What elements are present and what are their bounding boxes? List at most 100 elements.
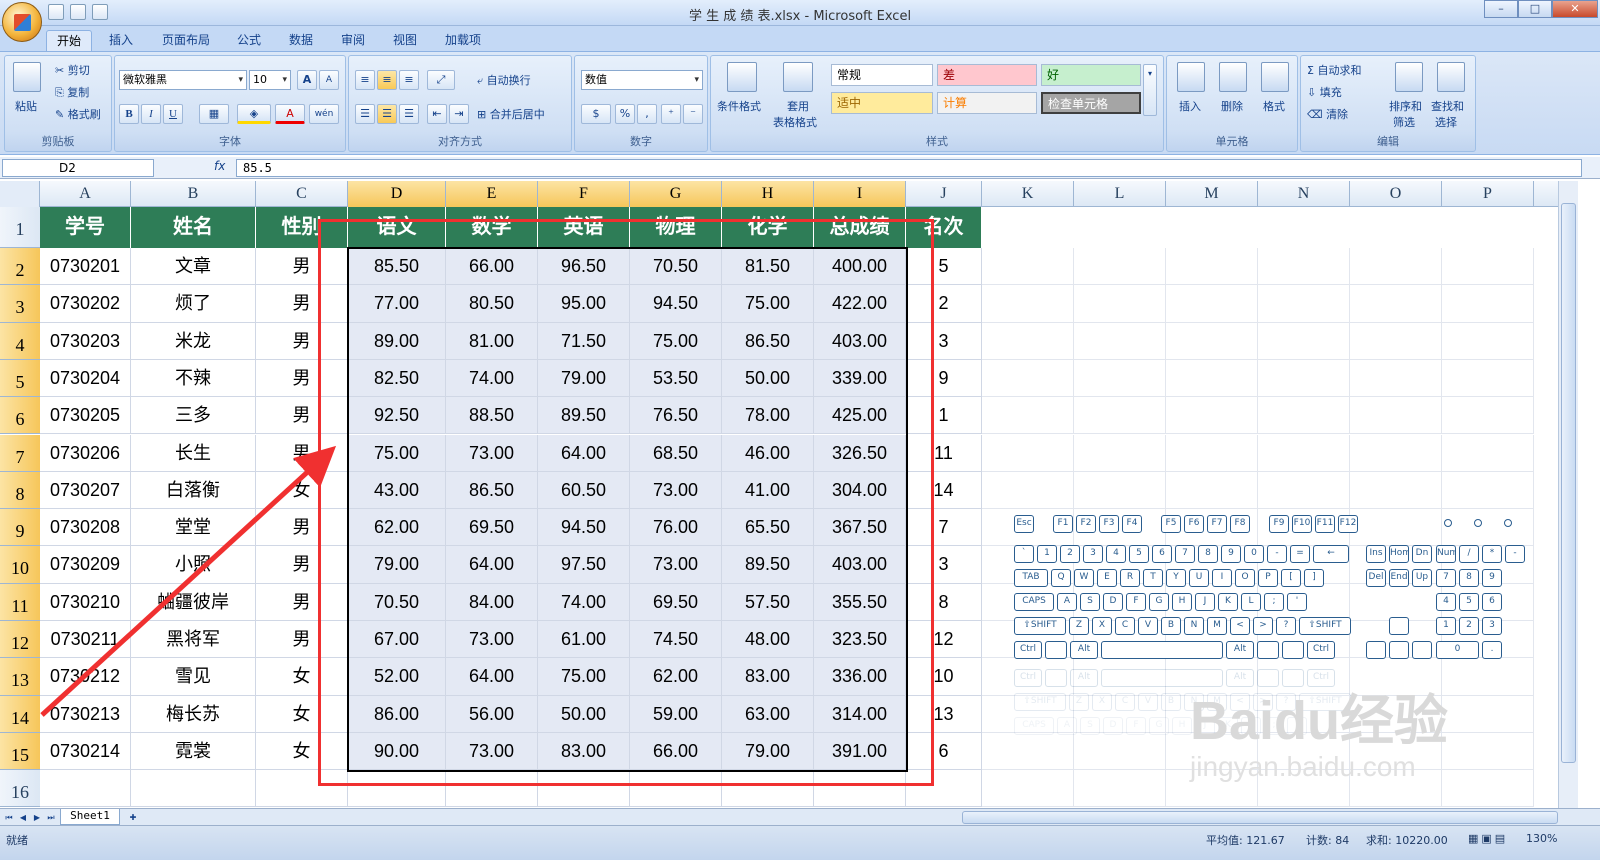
copy-button[interactable]: ⎘ 复制 bbox=[55, 84, 89, 100]
insert-function-icon[interactable]: fx bbox=[214, 159, 236, 177]
table-cell[interactable]: 雪见 bbox=[131, 658, 256, 696]
find-select-line2[interactable]: 选择 bbox=[1435, 114, 1457, 130]
autosum-button[interactable]: Σ 自动求和 bbox=[1307, 62, 1361, 78]
empty-cell[interactable] bbox=[982, 434, 1074, 472]
table-cell[interactable]: 小照 bbox=[131, 546, 256, 584]
style-bad[interactable]: 差 bbox=[937, 64, 1037, 86]
next-sheet-icon[interactable]: ▶ bbox=[30, 811, 44, 824]
table-cell[interactable]: 0730210 bbox=[40, 583, 131, 621]
undo-icon[interactable] bbox=[70, 4, 86, 20]
style-check-cell[interactable]: 检查单元格 bbox=[1041, 92, 1141, 114]
styles-more-icon[interactable]: ▾ bbox=[1143, 64, 1157, 116]
vertical-scrollbar[interactable] bbox=[1558, 181, 1578, 808]
sort-filter-line2[interactable]: 筛选 bbox=[1393, 114, 1415, 130]
new-sheet-icon[interactable]: ✚ bbox=[124, 811, 142, 824]
table-cell[interactable]: 0730213 bbox=[40, 695, 131, 733]
sort-filter-icon[interactable] bbox=[1395, 62, 1423, 92]
empty-cell[interactable] bbox=[1258, 248, 1350, 286]
fill-button[interactable]: ⇩ 填充 bbox=[1307, 84, 1342, 100]
row-header-3[interactable]: 3 bbox=[0, 285, 40, 323]
column-header-g[interactable]: G bbox=[630, 181, 722, 207]
clear-button[interactable]: ⌫ 清除 bbox=[1307, 106, 1348, 122]
find-select-line1[interactable]: 查找和 bbox=[1431, 98, 1464, 114]
increase-decimal-icon[interactable]: ⁺ bbox=[661, 104, 681, 124]
empty-cell[interactable] bbox=[1166, 285, 1258, 323]
delete-cells-button[interactable]: 删除 bbox=[1221, 98, 1243, 114]
empty-cell[interactable] bbox=[1442, 285, 1534, 323]
horizontal-scrollbar[interactable] bbox=[962, 811, 1558, 824]
table-cell[interactable]: 黑将军 bbox=[131, 621, 256, 659]
style-good[interactable]: 好 bbox=[1041, 64, 1141, 86]
column-header-a[interactable]: A bbox=[40, 181, 131, 207]
empty-cell[interactable] bbox=[1166, 471, 1258, 510]
paste-icon[interactable] bbox=[13, 62, 41, 92]
column-header-l[interactable]: L bbox=[1074, 181, 1166, 207]
empty-cell[interactable] bbox=[1350, 248, 1442, 286]
increase-indent-icon[interactable]: ⇥ bbox=[449, 104, 469, 124]
table-cell[interactable]: 0730201 bbox=[40, 248, 131, 286]
empty-cell[interactable] bbox=[1442, 434, 1534, 472]
table-cell[interactable]: 0730209 bbox=[40, 546, 131, 584]
italic-button[interactable]: I bbox=[141, 104, 161, 124]
table-cell[interactable] bbox=[40, 770, 131, 808]
empty-cell[interactable] bbox=[1258, 471, 1350, 510]
decrease-indent-icon[interactable]: ⇤ bbox=[427, 104, 447, 124]
empty-cell[interactable] bbox=[1442, 397, 1534, 435]
header-cell[interactable]: 学号 bbox=[40, 207, 131, 248]
empty-cell[interactable] bbox=[1166, 434, 1258, 472]
row-header-16[interactable]: 16 bbox=[0, 770, 40, 808]
column-header-k[interactable]: K bbox=[982, 181, 1074, 207]
table-cell[interactable]: 0730204 bbox=[40, 359, 131, 398]
table-cell[interactable]: 0730203 bbox=[40, 322, 131, 360]
row-header-14[interactable]: 14 bbox=[0, 695, 40, 733]
empty-cell[interactable] bbox=[1258, 434, 1350, 472]
format-cells-button[interactable]: 格式 bbox=[1263, 98, 1285, 114]
empty-cell[interactable] bbox=[1350, 285, 1442, 323]
empty-cell[interactable] bbox=[1074, 471, 1166, 510]
row-header-1[interactable]: 1 bbox=[0, 207, 40, 248]
style-neutral[interactable]: 适中 bbox=[831, 92, 933, 114]
row-header-6[interactable]: 6 bbox=[0, 397, 40, 435]
table-cell[interactable]: 0730202 bbox=[40, 285, 131, 323]
vertical-scroll-thumb[interactable] bbox=[1561, 203, 1576, 763]
table-cell[interactable] bbox=[131, 770, 256, 808]
redo-icon[interactable] bbox=[92, 4, 108, 20]
sheet-tab-sheet1[interactable]: Sheet1 bbox=[60, 809, 120, 825]
font-color-button[interactable]: A bbox=[275, 104, 305, 124]
table-cell[interactable]: 0730206 bbox=[40, 434, 131, 472]
table-cell[interactable]: 堂堂 bbox=[131, 509, 256, 547]
tab-page-layout[interactable]: 页面布局 bbox=[152, 30, 220, 52]
tab-review[interactable]: 审阅 bbox=[332, 30, 374, 52]
empty-cell[interactable] bbox=[1258, 397, 1350, 435]
empty-cell[interactable] bbox=[1350, 471, 1442, 510]
column-header-n[interactable]: N bbox=[1258, 181, 1350, 207]
format-painter-button[interactable]: ✎ 格式刷 bbox=[55, 106, 101, 122]
row-header-11[interactable]: 11 bbox=[0, 583, 40, 621]
empty-cell[interactable] bbox=[1166, 322, 1258, 360]
table-cell[interactable]: 0730208 bbox=[40, 509, 131, 547]
align-middle-icon[interactable]: ≡ bbox=[377, 70, 397, 90]
table-cell[interactable]: 0730214 bbox=[40, 732, 131, 771]
font-size-select[interactable]: 10 bbox=[249, 70, 291, 90]
insert-cells-icon[interactable] bbox=[1177, 62, 1205, 92]
empty-cell[interactable] bbox=[1350, 359, 1442, 398]
empty-cell[interactable] bbox=[1350, 322, 1442, 360]
empty-cell[interactable] bbox=[982, 397, 1074, 435]
style-calculation[interactable]: 计算 bbox=[937, 92, 1037, 114]
close-button[interactable]: ✕ bbox=[1552, 0, 1598, 18]
prev-sheet-icon[interactable]: ◀ bbox=[16, 811, 30, 824]
table-format-button-line1[interactable]: 套用 bbox=[787, 98, 809, 114]
underline-button[interactable]: U bbox=[163, 104, 183, 124]
table-cell[interactable]: 长生 bbox=[131, 434, 256, 472]
empty-cell[interactable] bbox=[982, 285, 1074, 323]
insert-cells-button[interactable]: 插入 bbox=[1179, 98, 1201, 114]
decrease-decimal-icon[interactable]: ⁻ bbox=[683, 104, 703, 124]
merge-center-button[interactable]: ⊞ 合并后居中 bbox=[477, 106, 545, 122]
row-header-12[interactable]: 12 bbox=[0, 621, 40, 659]
align-right-icon[interactable]: ☰ bbox=[399, 104, 419, 124]
empty-cell[interactable] bbox=[1166, 248, 1258, 286]
empty-cell[interactable] bbox=[1258, 322, 1350, 360]
grow-font-button[interactable]: A bbox=[297, 70, 317, 90]
column-header-h[interactable]: H bbox=[722, 181, 814, 207]
column-header-c[interactable]: C bbox=[256, 181, 348, 207]
